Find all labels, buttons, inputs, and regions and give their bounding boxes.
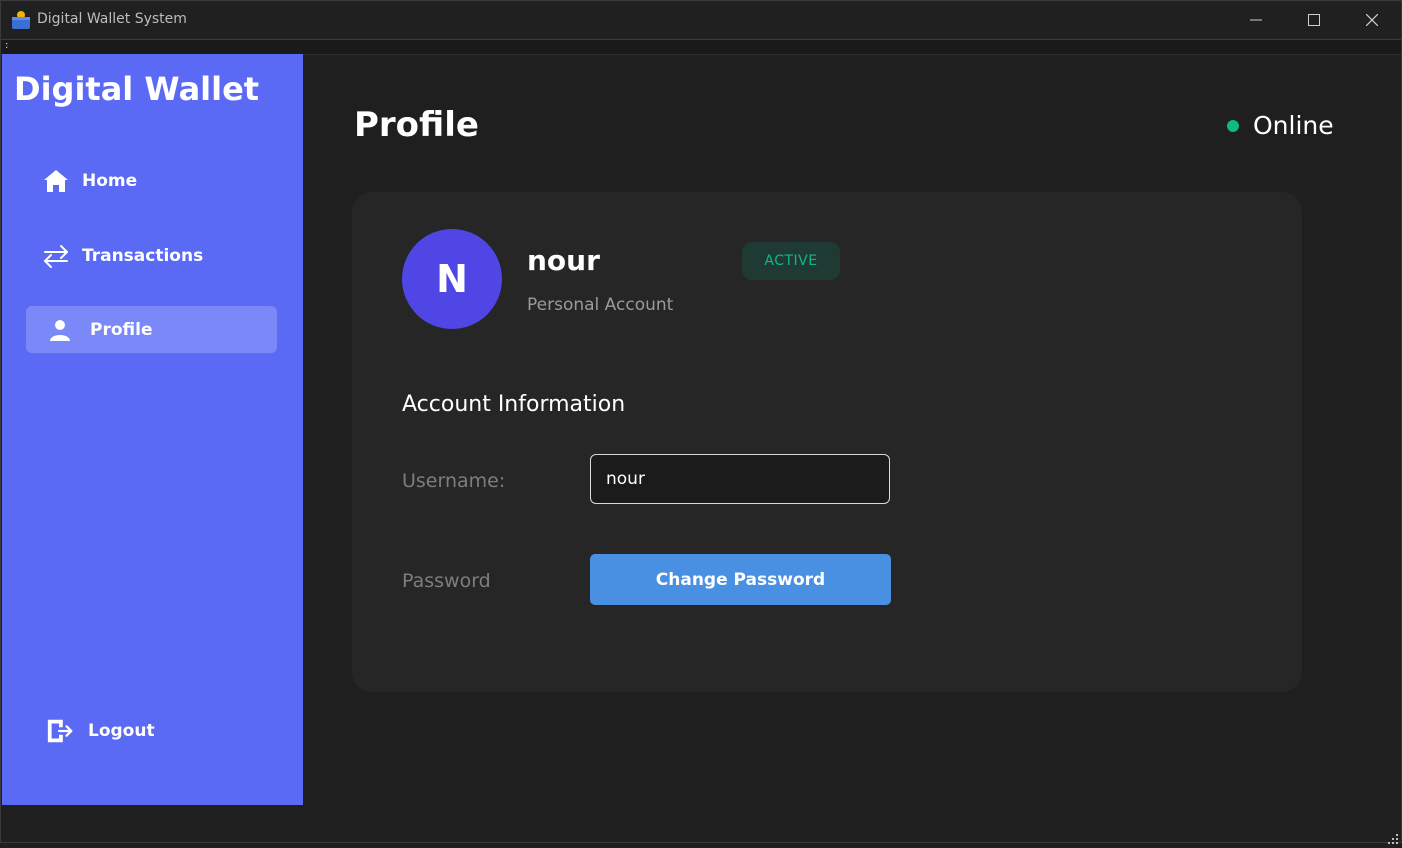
section-title: Account Information [402, 392, 626, 417]
arrows-exchange-icon [42, 242, 70, 270]
sidebar-item-home[interactable]: Home [26, 157, 277, 204]
password-label: Password [402, 570, 491, 592]
close-icon [1366, 14, 1378, 26]
status-badge: ACTIVE [742, 242, 840, 280]
status-dot-icon [1227, 119, 1239, 132]
account-type: Personal Account [527, 295, 674, 315]
username-label: Username: [402, 470, 506, 492]
menu-strip[interactable]: : [1, 39, 1401, 55]
user-icon [46, 316, 74, 344]
profile-card: N nour Personal Account ACTIVE Account I… [352, 192, 1302, 692]
minimize-button[interactable] [1227, 1, 1285, 39]
logout-icon [46, 717, 74, 745]
brand-title: Digital Wallet [14, 70, 260, 108]
profile-username: nour [527, 244, 600, 277]
title-bar[interactable]: Digital Wallet System [1, 1, 1401, 39]
home-icon [42, 167, 70, 195]
window-title: Digital Wallet System [37, 11, 187, 27]
logout-label: Logout [88, 720, 155, 741]
sidebar-item-label: Profile [90, 319, 153, 340]
page-title: Profile [354, 105, 479, 145]
close-button[interactable] [1343, 1, 1401, 39]
sidebar-item-label: Transactions [82, 245, 204, 266]
status-text: Online [1253, 111, 1334, 140]
app-window: Digital Wallet System : Digital Wallet H… [0, 0, 1402, 844]
change-password-button[interactable]: Change Password [590, 554, 891, 605]
minimize-icon [1250, 19, 1262, 21]
menu-handle[interactable]: : [5, 40, 8, 52]
username-field[interactable] [590, 454, 890, 504]
sidebar: Digital Wallet Home Transactions Profile… [2, 54, 303, 805]
logout-button[interactable]: Logout [26, 707, 277, 754]
sidebar-item-profile[interactable]: Profile [26, 306, 277, 353]
sidebar-item-transactions[interactable]: Transactions [26, 232, 277, 279]
maximize-icon [1308, 14, 1320, 26]
sidebar-item-label: Home [82, 170, 138, 191]
connection-status: Online [1227, 111, 1334, 140]
maximize-button[interactable] [1285, 1, 1343, 39]
wallet-icon [11, 10, 31, 30]
resize-grip-icon[interactable] [1388, 829, 1398, 844]
avatar: N [402, 229, 502, 329]
